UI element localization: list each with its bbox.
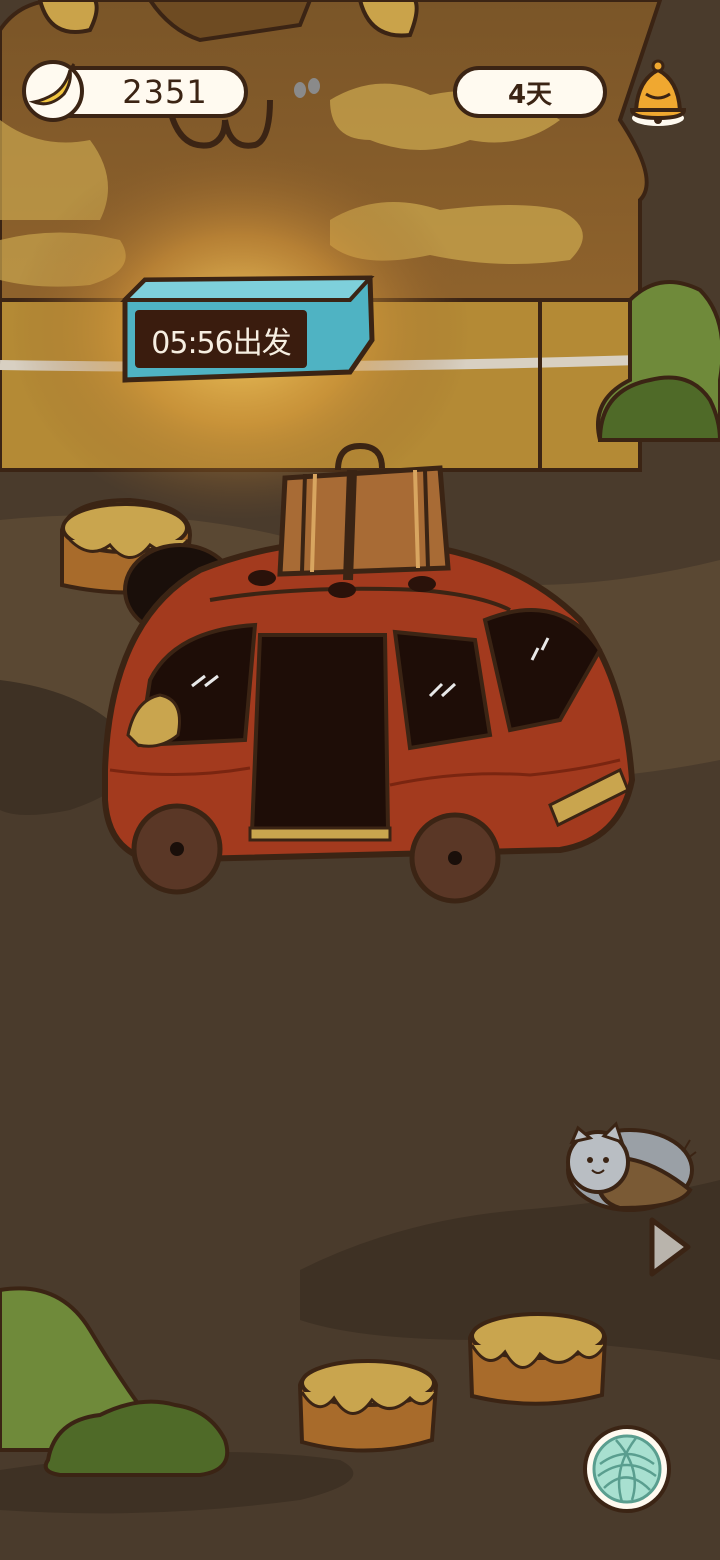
departure-timer: 05:56出发: [151, 326, 291, 361]
cake-stump-middle: [297, 1359, 439, 1453]
days-counter: 4天: [453, 66, 607, 118]
banana-icon: [22, 60, 84, 122]
game-scene: [0, 0, 720, 1560]
red-bus: [102, 537, 636, 904]
yarn-ball-icon[interactable]: [582, 1424, 672, 1514]
banana-count: 2351: [122, 73, 208, 111]
play-arrow-icon[interactable]: [640, 1212, 696, 1282]
days-label: 4天: [507, 79, 553, 110]
bell-icon[interactable]: [626, 56, 690, 128]
cake-stump-right: [467, 1312, 608, 1406]
game-stage: 2351 4天 05:56出发: [0, 0, 720, 1560]
